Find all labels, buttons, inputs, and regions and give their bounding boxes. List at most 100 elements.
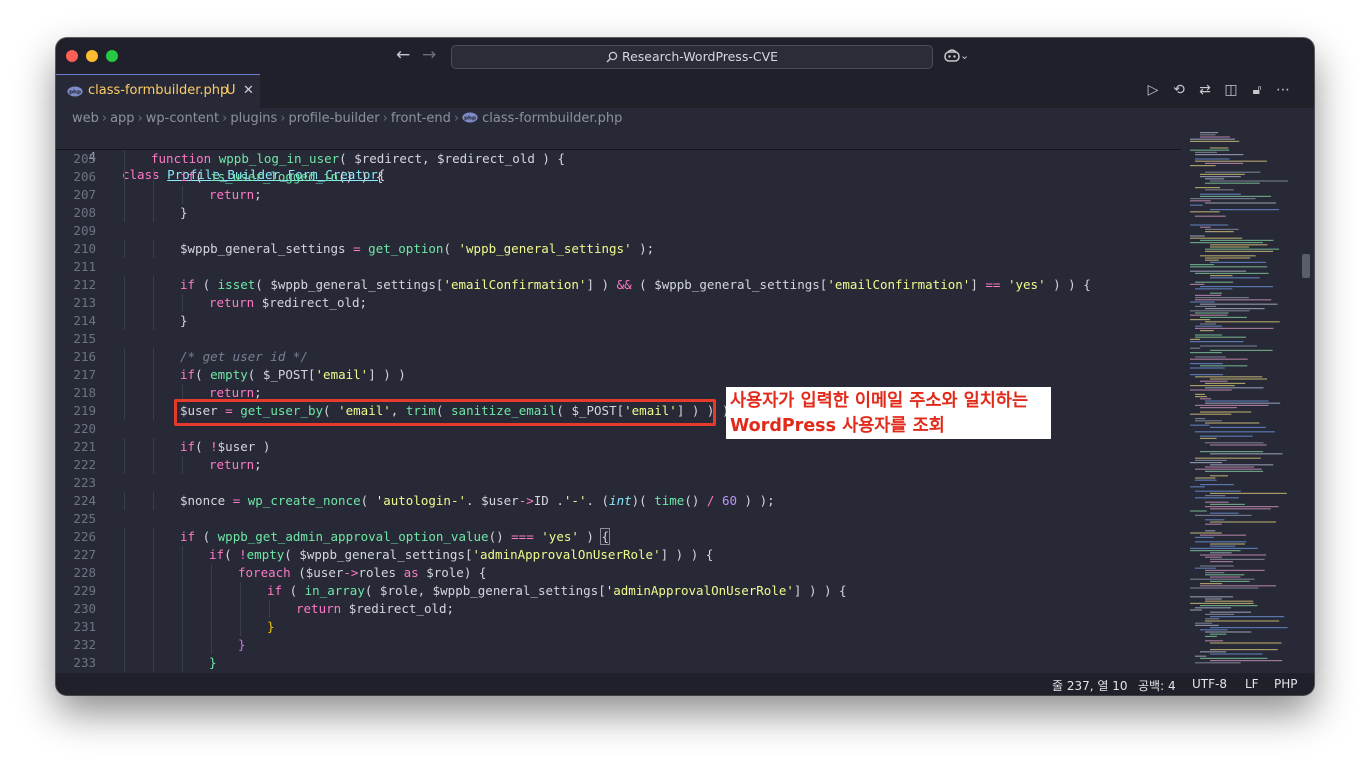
minimap[interactable]	[1186, 130, 1306, 670]
code-line[interactable]: 206 if( is_user_logged_in() ) {	[56, 168, 1181, 186]
breadcrumb-item[interactable]: wp-content	[146, 111, 219, 126]
language-mode[interactable]: PHP	[1274, 677, 1298, 691]
code-line[interactable]: 211	[56, 258, 1181, 276]
code-line[interactable]: 226 if ( wppb_get_admin_approval_option_v…	[56, 528, 1181, 546]
code-line[interactable]: 225	[56, 510, 1181, 528]
minimap-line	[1205, 556, 1222, 558]
code-line[interactable]: 210 $wppb_general_settings = get_option( …	[56, 240, 1181, 258]
minimap-line	[1190, 587, 1259, 589]
copilot-button[interactable]: ⌄	[944, 48, 969, 62]
sticky-scroll-line[interactable]: 4 class Profile_Builder_Form_Creator{	[56, 130, 1181, 182]
eol-setting[interactable]: LF	[1245, 677, 1259, 691]
minimap-line	[1195, 336, 1247, 338]
line-number: 212	[73, 277, 96, 292]
code-line[interactable]: 229 if ( in_array( $role, $wppb_general_s…	[56, 582, 1181, 600]
minimap-line	[1200, 193, 1241, 195]
indent-guide	[240, 618, 241, 636]
line-number: 228	[73, 565, 96, 580]
timeline-icon[interactable]: ⟲	[1166, 82, 1192, 98]
command-center-search[interactable]: Research-WordPress-CVE	[451, 45, 933, 69]
cursor-position[interactable]: 줄 237, 열 10	[1052, 677, 1128, 694]
code-line[interactable]: 205 function wppb_log_in_user( $redirect,…	[56, 150, 1181, 168]
minimap-line	[1195, 607, 1232, 609]
minimap-line	[1190, 264, 1215, 266]
minimap-line	[1195, 479, 1217, 481]
indent-guide	[124, 492, 125, 510]
code-line[interactable]: 230 return $redirect_old;	[56, 600, 1181, 618]
lock-icon[interactable]: 🔓︎	[1244, 82, 1270, 98]
tab-class-formbuilder[interactable]: php class-formbuilder.php U ✕	[56, 74, 260, 108]
minimap-line	[1200, 239, 1274, 241]
indentation-setting[interactable]: 공백: 4	[1138, 677, 1176, 694]
minimap-line	[1190, 578, 1255, 580]
run-icon[interactable]: ▷	[1140, 82, 1166, 98]
compare-icon[interactable]: ⇄	[1192, 82, 1218, 98]
code-line[interactable]: 215	[56, 330, 1181, 348]
minimap-line	[1200, 134, 1216, 136]
back-arrow-icon[interactable]: ←	[396, 45, 410, 65]
breadcrumb-item[interactable]: app	[110, 111, 134, 126]
forward-arrow-icon[interactable]: →	[422, 45, 436, 65]
indent-guide	[124, 582, 125, 600]
minimap-line	[1205, 572, 1225, 574]
indent-guide	[124, 456, 125, 474]
code-line[interactable]: 232}	[56, 636, 1181, 654]
minimap-line	[1205, 248, 1280, 250]
minimap-line	[1195, 655, 1207, 657]
minimize-window-button[interactable]	[86, 50, 98, 62]
code-text: }	[209, 655, 217, 670]
minimap-line	[1190, 510, 1207, 512]
code-line[interactable]: 217 if( empty( $_POST['email'] ) )	[56, 366, 1181, 384]
minimap-line	[1210, 444, 1267, 446]
minimap-line	[1205, 574, 1245, 576]
editor-actions: ▷ ⟲ ⇄ ◫ 🔓︎ ⋯	[1140, 82, 1296, 98]
encoding-setting[interactable]: UTF-8	[1192, 677, 1227, 691]
line-number: 220	[73, 421, 96, 436]
code-line[interactable]: 222 return;	[56, 456, 1181, 474]
annotation-callout: 사용자가 입력한 이메일 주소와 일치하는 WordPress 사용자를 조회	[726, 387, 1051, 439]
zoom-window-button[interactable]	[106, 50, 118, 62]
breadcrumb-item[interactable]: class-formbuilder.php	[482, 111, 622, 126]
split-editor-icon[interactable]: ◫	[1218, 82, 1244, 98]
code-line[interactable]: 213 return $redirect_old;	[56, 294, 1181, 312]
minimap-line	[1205, 182, 1260, 184]
code-line[interactable]: 223	[56, 474, 1181, 492]
minimap-line	[1205, 618, 1220, 620]
indent-guide	[153, 276, 154, 294]
minimap-scroll-slider[interactable]	[1302, 254, 1310, 278]
minimap-line	[1205, 530, 1216, 532]
breadcrumb-item[interactable]: front-end	[391, 111, 451, 126]
line-number: 222	[73, 457, 96, 472]
code-line[interactable]: 231}	[56, 618, 1181, 636]
minimap-line	[1190, 358, 1248, 360]
code-line[interactable]: 207 return;	[56, 186, 1181, 204]
code-line[interactable]: 224 $nonce = wp_create_nonce( 'autologin-…	[56, 492, 1181, 510]
svg-text:php: php	[69, 90, 81, 96]
code-line[interactable]: 228 foreach ($user->roles as $role) {	[56, 564, 1181, 582]
breadcrumb-item[interactable]: profile-builder	[289, 111, 380, 126]
minimap-line	[1195, 497, 1239, 499]
close-window-button[interactable]	[66, 50, 78, 62]
indent-guide	[124, 168, 125, 186]
minimap-line	[1210, 508, 1271, 510]
code-line[interactable]: 212 if ( isset( $wppb_general_settings['e…	[56, 276, 1181, 294]
indent-guide	[153, 564, 154, 582]
minimap-line	[1200, 365, 1248, 367]
minimap-line	[1190, 235, 1205, 237]
code-line[interactable]: 227 if( !empty( $wppb_general_settings['a…	[56, 546, 1181, 564]
breadcrumb-item[interactable]: plugins	[230, 111, 277, 126]
minimap-line	[1200, 554, 1267, 556]
code-line[interactable]: 216 /* get user id */	[56, 348, 1181, 366]
code-line[interactable]: 208}	[56, 204, 1181, 222]
breadcrumb-item[interactable]: web	[72, 111, 99, 126]
code-line[interactable]: 209	[56, 222, 1181, 240]
minimap-line	[1200, 437, 1217, 439]
minimap-line	[1195, 294, 1222, 296]
php-file-icon: php	[462, 112, 478, 123]
minimap-line	[1210, 545, 1236, 547]
code-line[interactable]: 221 if( !$user )	[56, 438, 1181, 456]
close-tab-icon[interactable]: ✕	[243, 83, 254, 98]
code-line[interactable]: 233}	[56, 654, 1181, 672]
more-icon[interactable]: ⋯	[1270, 82, 1296, 98]
code-line[interactable]: 214}	[56, 312, 1181, 330]
